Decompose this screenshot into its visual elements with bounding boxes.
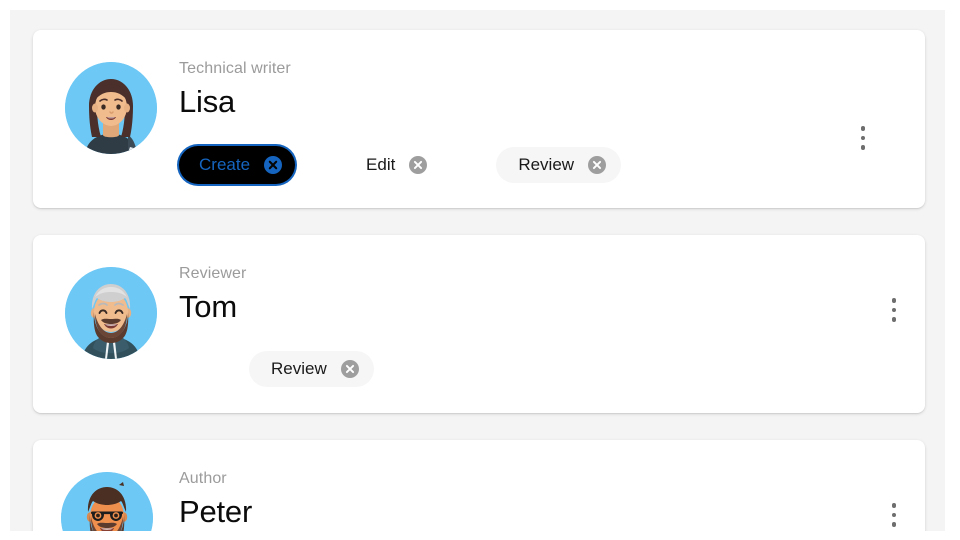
person-card[interactable]: Reviewer Tom Review: [33, 235, 925, 413]
chip-label: Review: [271, 359, 327, 378]
chip-edit[interactable]: Edit: [344, 147, 442, 183]
person-card[interactable]: Technical writer Lisa Create Edit Review: [33, 30, 925, 208]
chip-create[interactable]: Create: [179, 146, 296, 184]
menu-dot: [891, 512, 897, 518]
chip-label: Edit: [366, 155, 396, 174]
chip-review[interactable]: Review: [249, 351, 374, 387]
chip-label: Review: [518, 155, 575, 174]
person-text-block: Reviewer Tom: [179, 264, 247, 326]
menu-dot: [891, 317, 897, 322]
person-role: Technical writer: [179, 60, 291, 77]
more-vertical-icon[interactable]: [880, 292, 908, 328]
menu-dot: [860, 145, 866, 150]
person-name: Peter: [179, 494, 253, 529]
person-name: Lisa: [179, 84, 236, 119]
chip-label: Create: [199, 155, 251, 174]
person-card[interactable]: Author Peter: [33, 440, 925, 531]
remove-chip-icon[interactable]: [263, 155, 283, 175]
person-name: Tom: [179, 289, 237, 324]
person-text-block: Author Peter: [179, 469, 252, 531]
menu-dot: [891, 307, 897, 313]
remove-chip-icon[interactable]: [340, 359, 360, 379]
more-vertical-icon[interactable]: [849, 120, 877, 156]
more-vertical-icon[interactable]: [880, 497, 908, 531]
avatar-peter: [61, 472, 153, 531]
avatar-lisa: [65, 62, 157, 154]
menu-dot: [891, 503, 897, 508]
remove-chip-icon[interactable]: [408, 155, 428, 175]
menu-dot: [891, 522, 897, 527]
menu-dot: [860, 126, 866, 131]
person-role: Reviewer: [179, 265, 247, 282]
chip-row: Review: [249, 351, 374, 387]
remove-chip-icon[interactable]: [587, 155, 607, 175]
avatar-tom: [65, 267, 157, 359]
menu-dot: [891, 298, 897, 303]
menu-dot: [860, 135, 866, 141]
page-surface: Technical writer Lisa Create Edit Review…: [10, 10, 945, 531]
chip-row: Create Edit Review: [179, 146, 622, 184]
person-card-list: Technical writer Lisa Create Edit Review…: [33, 30, 925, 531]
app-viewport: Technical writer Lisa Create Edit Review…: [0, 0, 960, 540]
person-role: Author: [179, 470, 227, 487]
chip-review[interactable]: Review: [496, 147, 622, 183]
person-text-block: Technical writer Lisa: [179, 59, 291, 121]
